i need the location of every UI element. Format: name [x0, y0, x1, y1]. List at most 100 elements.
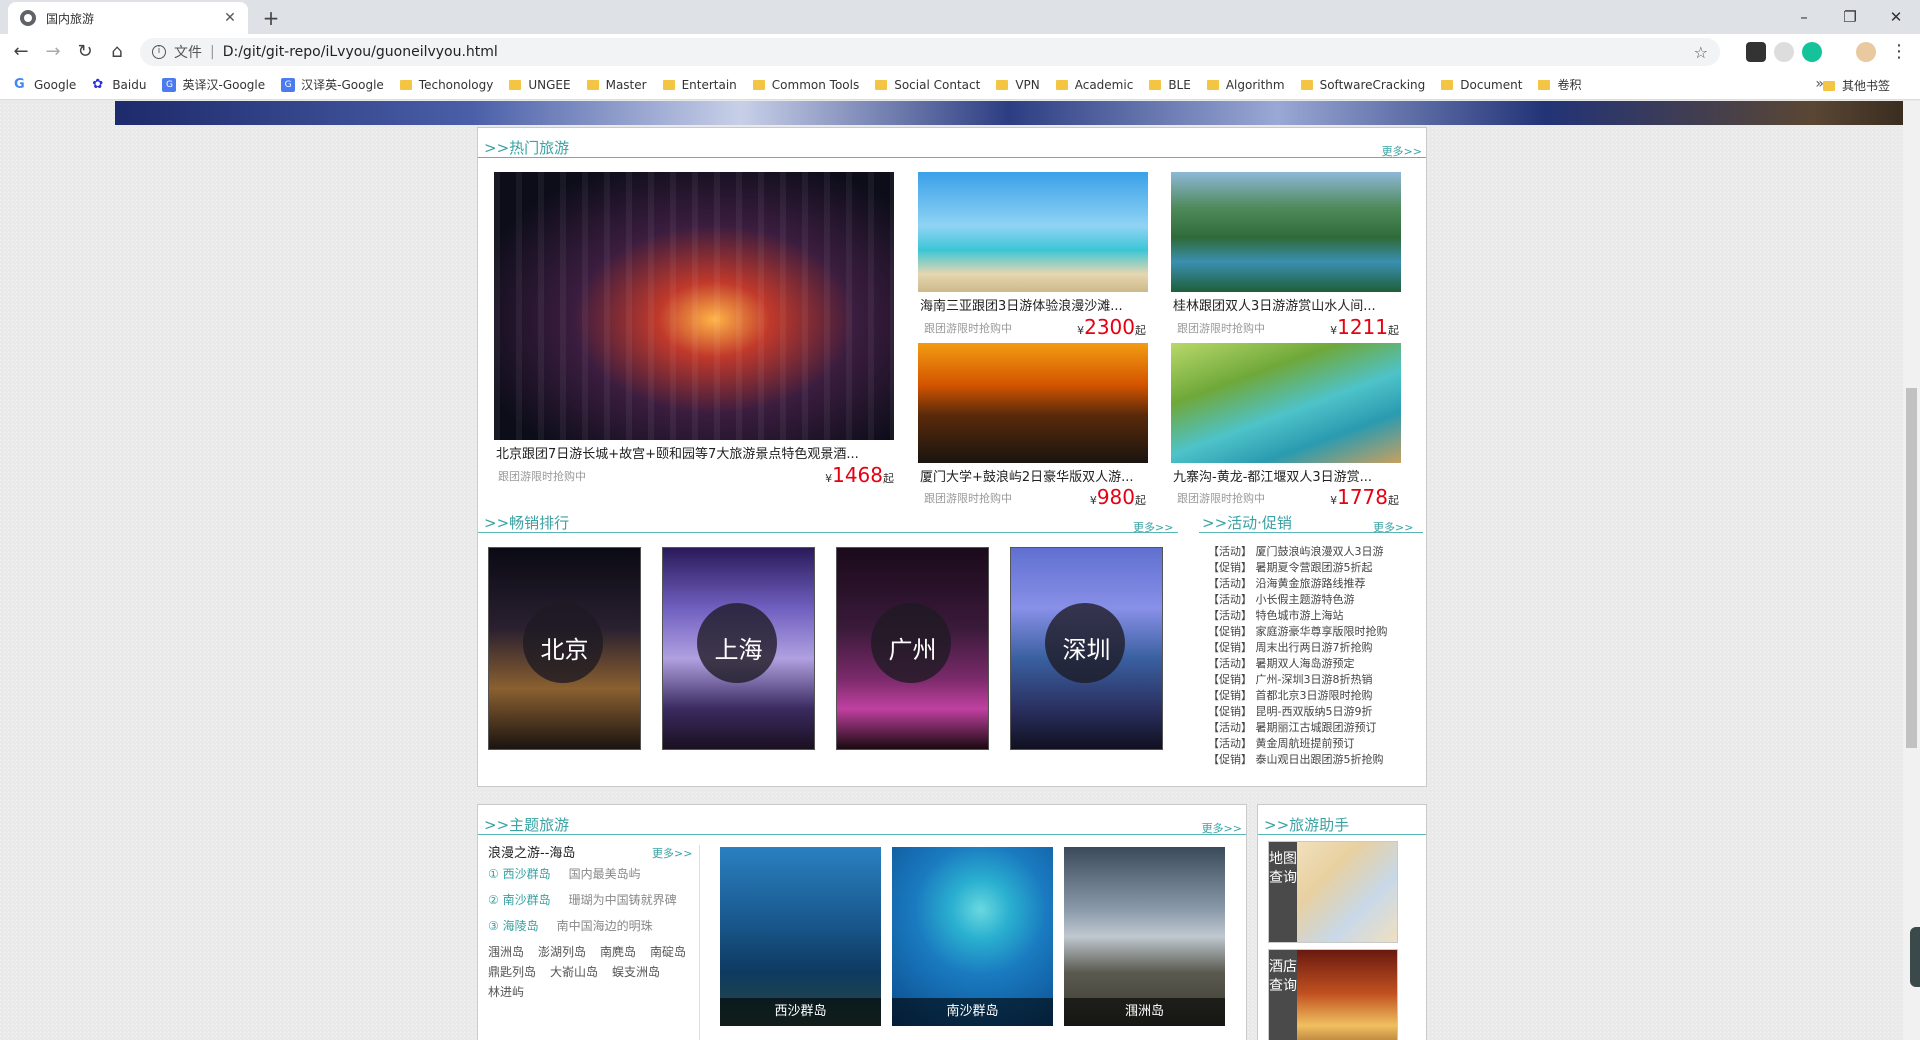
bookmark-folder[interactable]: Entertain [662, 78, 737, 92]
bookmark-folder[interactable]: Social Contact [875, 78, 980, 92]
promo-item[interactable]: 【活动】 黄金周航班提前预订 [1208, 735, 1355, 751]
city-card-beijing[interactable]: 北京 [488, 547, 641, 750]
menu-icon[interactable]: ⋮ [1886, 40, 1912, 64]
promo-item[interactable]: 【促销】 周末出行两日游7折抢购 [1208, 639, 1373, 655]
tour-price: ¥1468起 [825, 463, 894, 487]
tour-caption[interactable]: 海南三亚跟团3日游体验浪漫沙滩... [920, 295, 1148, 314]
tour-caption[interactable]: 桂林跟团双人3日游游赏山水人间... [1173, 295, 1401, 314]
bookmark-folder[interactable]: Master [586, 78, 647, 92]
bookmark-folder[interactable]: Academic [1055, 78, 1133, 92]
promo-item[interactable]: 【活动】 特色城市游上海站 [1208, 607, 1344, 623]
weizhou-photo[interactable]: 涠洲岛 [1064, 847, 1225, 1026]
tour-caption[interactable]: 厦门大学+鼓浪屿2日豪华版双人游... [920, 466, 1148, 485]
bookmark-folder[interactable]: Common Tools [752, 78, 859, 92]
folder-icon [1441, 79, 1454, 90]
bookmark-translate-zh-en[interactable]: G 汉译英-Google [281, 76, 384, 93]
grammarly-icon[interactable] [1802, 42, 1822, 62]
promo-item[interactable]: 【活动】 厦门鼓浪屿浪漫双人3日游 [1208, 543, 1384, 559]
promo-title: >>活动·促销 [1202, 514, 1292, 532]
island-entry[interactable]: ② 南沙群岛 珊瑚为中国铸就界碑 [488, 891, 677, 908]
beijing-night-photo[interactable] [494, 172, 894, 440]
browser-tab[interactable]: 国内旅游 ✕ [8, 2, 248, 34]
island-link[interactable]: 南麂岛 [600, 943, 636, 960]
nansha-photo[interactable]: 南沙群岛 [892, 847, 1053, 1026]
tour-caption[interactable]: 北京跟团7日游长城+故宫+颐和园等7大旅游景点特色观景酒... [496, 443, 894, 462]
xisha-photo[interactable]: 西沙群岛 [720, 847, 881, 1026]
profile-avatar[interactable] [1856, 42, 1876, 62]
promo-item[interactable]: 【活动】 沿海黄金旅游路线推荐 [1208, 575, 1366, 591]
address-bar[interactable]: i 文件 | D:/git/git-repo/iLvyou/guoneilvyo… [140, 38, 1720, 66]
island-link[interactable]: 鼎匙列岛 [488, 963, 536, 980]
island-entry[interactable]: ① 西沙群岛 国内最美岛屿 [488, 865, 641, 882]
promo-item[interactable]: 【促销】 广州-深圳3日游8折热销 [1208, 671, 1372, 687]
extension-icon[interactable] [1746, 42, 1766, 62]
tour-note: 跟团游限时抢购中 [1177, 322, 1265, 335]
side-widget[interactable] [1910, 927, 1920, 987]
new-tab-button[interactable]: + [260, 6, 282, 30]
tour-caption[interactable]: 九寨沟-黄龙-都江堰双人3日游赏... [1173, 466, 1401, 485]
guilin-river-photo[interactable] [1171, 172, 1401, 292]
info-icon[interactable]: i [152, 45, 166, 59]
url-text[interactable]: D:/git/git-repo/iLvyou/guoneilvyou.html [223, 44, 498, 60]
island-link[interactable]: 涠洲岛 [488, 943, 524, 960]
folder-icon [875, 79, 888, 90]
folder-icon [1206, 79, 1219, 90]
home-button[interactable]: ⌂ [104, 40, 130, 64]
island-link[interactable]: 蜈支洲岛 [612, 963, 660, 980]
island-entry[interactable]: ③ 海陵岛 南中国海边的明珠 [488, 917, 653, 934]
back-button[interactable]: ← [8, 40, 34, 64]
bookmark-translate-en-zh[interactable]: G 英译汉-Google [162, 76, 265, 93]
promo-item[interactable]: 【促销】 家庭游豪华尊享版限时抢购 [1208, 623, 1388, 639]
promo-item[interactable]: 【促销】 首都北京3日游限时抢购 [1208, 687, 1373, 703]
island-link[interactable]: 林进屿 [488, 983, 524, 1000]
promo-item[interactable]: 【促销】 昆明-西双版纳5日游9折 [1208, 703, 1372, 719]
helper-label: 酒店查询 [1269, 950, 1297, 1040]
city-name: 上海 [714, 636, 763, 664]
photo-caption: 涠洲岛 [1064, 998, 1225, 1026]
island-link[interactable]: 澎湖列岛 [538, 943, 586, 960]
tour-note: 跟团游限时抢购中 [498, 470, 586, 483]
bookmark-folder[interactable]: 卷积 [1538, 76, 1581, 93]
theme-sub-more-link[interactable]: 更多>> [652, 845, 692, 861]
bookmark-star-icon[interactable]: ☆ [1694, 43, 1708, 62]
close-window-button[interactable]: ✕ [1876, 4, 1916, 30]
bookmark-folder[interactable]: UNGEE [509, 78, 571, 92]
scrollbar-thumb[interactable] [1906, 388, 1917, 748]
bookmark-folder[interactable]: Document [1441, 78, 1522, 92]
promo-item[interactable]: 【活动】 暑期丽江古城跟团游预订 [1208, 719, 1377, 735]
minimize-button[interactable]: – [1784, 4, 1824, 30]
other-bookmarks[interactable]: 其他书签 [1822, 77, 1890, 94]
maximize-button[interactable]: ❐ [1830, 4, 1870, 30]
city-card-shanghai[interactable]: 上海 [662, 547, 815, 750]
promo-item[interactable]: 【促销】 暑期夏令营跟团游5折起 [1208, 559, 1373, 575]
folder-icon [996, 79, 1009, 90]
bookmark-folder[interactable]: VPN [996, 78, 1040, 92]
folder-icon [509, 79, 522, 90]
promo-item[interactable]: 【活动】 小长假主题游特色游 [1208, 591, 1355, 607]
sanya-beach-photo[interactable] [918, 172, 1148, 292]
promo-item[interactable]: 【活动】 暑期双人海岛游预定 [1208, 655, 1355, 671]
city-card-shenzhen[interactable]: 深圳 [1010, 547, 1163, 750]
city-card-guangzhou[interactable]: 广州 [836, 547, 989, 750]
promo-item[interactable]: 【促销】 泰山观日出跟团游5折抢购 [1208, 751, 1384, 767]
reload-button[interactable]: ↻ [72, 40, 98, 64]
xiamen-sunset-photo[interactable] [918, 343, 1148, 463]
bookmark-folder[interactable]: Techonology [399, 78, 493, 92]
island-link[interactable]: 大嵛山岛 [550, 963, 598, 980]
forward-button[interactable]: → [40, 40, 66, 64]
extension-icon[interactable] [1774, 42, 1794, 62]
bookmark-folder[interactable]: Algorithm [1206, 78, 1285, 92]
close-tab-icon[interactable]: ✕ [222, 10, 238, 26]
hotel-query-button[interactable]: 酒店查询 [1268, 949, 1398, 1040]
island-link[interactable]: 南碇岛 [650, 943, 686, 960]
bookmark-folder[interactable]: SoftwareCracking [1300, 78, 1425, 92]
main-panel: >>热门旅游 更多>> 北京跟团7日游长城+故宫+颐和园等7大旅游景点特色观景酒… [477, 127, 1427, 787]
jiuzhaigou-photo[interactable] [1171, 343, 1401, 463]
bookmark-folder[interactable]: BLE [1149, 78, 1191, 92]
folder-icon [662, 79, 675, 90]
hot-travel-title: >>热门旅游 [484, 139, 570, 157]
bookmark-google[interactable]: G Google [14, 77, 76, 92]
map-query-button[interactable]: 地图查询 [1268, 841, 1398, 943]
ranking-title: >>畅销排行 [484, 514, 570, 532]
bookmark-baidu[interactable]: ✿ Baidu [92, 77, 146, 92]
